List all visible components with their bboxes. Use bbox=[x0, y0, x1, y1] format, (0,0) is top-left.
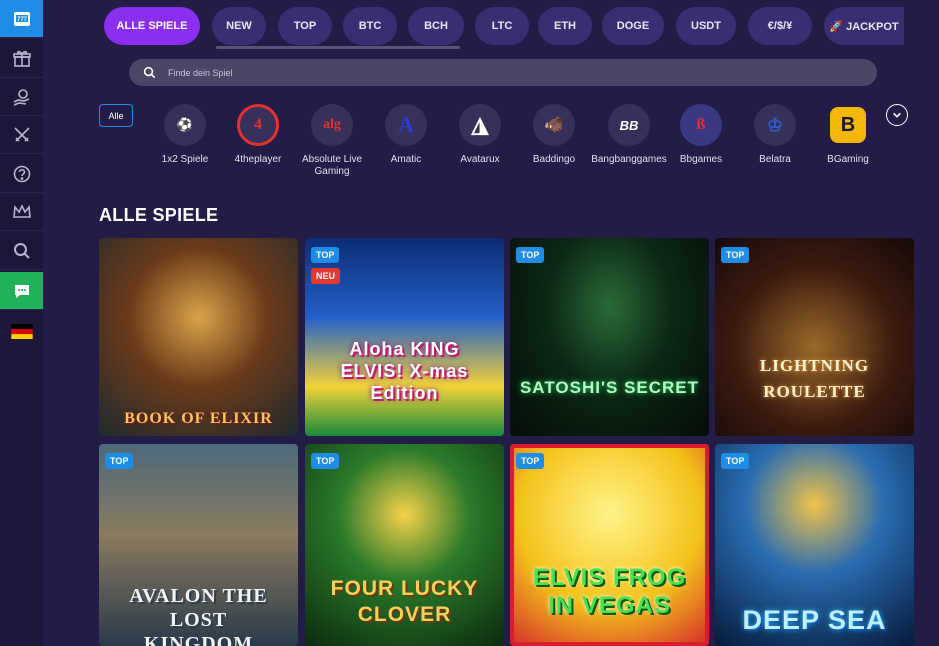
provider-filter-all[interactable]: Alle bbox=[99, 104, 133, 127]
section-title: ALLE SPIELE bbox=[99, 205, 219, 225]
provider-name: BGaming bbox=[827, 154, 869, 165]
game-card-book-of-elixir[interactable]: BOOK OF ELIXIR bbox=[99, 238, 298, 436]
sidebar-item-sports[interactable] bbox=[0, 116, 43, 154]
game-title: Aloha KING ELVIS! X-mas Edition bbox=[340, 339, 469, 403]
game-title: LIGHTNING ROULETTE bbox=[759, 356, 870, 401]
sidebar-item-slots[interactable]: 777 bbox=[0, 0, 43, 38]
provider-name: Bangbanggames bbox=[591, 154, 667, 165]
badge-top: TOP bbox=[105, 453, 134, 469]
search-icon bbox=[13, 242, 30, 259]
sidebar: 777 bbox=[0, 0, 43, 646]
sidebar-item-search[interactable] bbox=[0, 232, 43, 270]
provider-bangbanggames[interactable]: BB Bangbanggames bbox=[589, 104, 669, 166]
game-title: ELVIS FROG IN VEGAS bbox=[532, 564, 687, 619]
badge-top: TOP bbox=[516, 453, 545, 469]
provider-logo: 4 bbox=[237, 104, 279, 146]
search-icon bbox=[143, 66, 156, 79]
badge-top: TOP bbox=[311, 247, 340, 263]
gift-icon bbox=[12, 50, 31, 67]
provider-bgaming[interactable]: B BGaming bbox=[808, 104, 888, 166]
money-hand-icon bbox=[13, 88, 29, 106]
tab-usdt[interactable]: USDT bbox=[676, 7, 736, 45]
tab-fiat[interactable]: €/$/¥ bbox=[748, 7, 812, 45]
tab-top[interactable]: TOP bbox=[278, 7, 332, 45]
provider-name: 1x2 Spiele bbox=[161, 154, 209, 165]
game-title: AVALON THE LOST KINGDOM bbox=[129, 585, 268, 646]
tab-jackpot[interactable]: 🚀 JACKPOT bbox=[824, 7, 904, 45]
provider-baddingo[interactable]: 🐗 Baddingo bbox=[514, 104, 594, 166]
provider-name: 4theplayer bbox=[234, 154, 282, 165]
search-bar[interactable] bbox=[129, 59, 877, 86]
provider-logo: A bbox=[385, 104, 427, 146]
tab-bch[interactable]: BCH bbox=[408, 7, 464, 45]
badge-top: TOP bbox=[516, 247, 545, 263]
provider-name: Amatic bbox=[390, 154, 422, 165]
tab-btc[interactable]: BTC bbox=[343, 7, 397, 45]
provider-4theplayer[interactable]: 4 4theplayer bbox=[218, 104, 298, 166]
provider-name: Baddingo bbox=[532, 154, 576, 165]
provider-logo: 🐗 bbox=[533, 104, 575, 146]
provider-logo: alg bbox=[311, 104, 353, 146]
search-input[interactable] bbox=[166, 66, 770, 79]
provider-name: Belatra bbox=[759, 154, 791, 165]
tab-alle-spiele[interactable]: ALLE SPIELE bbox=[104, 7, 200, 45]
expand-providers-button[interactable] bbox=[886, 104, 908, 126]
game-title: DEEP SEA bbox=[742, 605, 887, 635]
tab-new[interactable]: NEW bbox=[212, 7, 266, 45]
game-card-avalon[interactable]: AVALON THE LOST KINGDOM TOP bbox=[99, 444, 298, 646]
game-title: BOOK OF ELIXIR bbox=[124, 410, 273, 427]
game-card-deep-sea[interactable]: DEEP SEA TOP bbox=[715, 444, 914, 646]
provider-logo: B bbox=[830, 107, 866, 143]
game-thumbnail bbox=[715, 238, 914, 436]
tabs-scrollbar[interactable] bbox=[216, 46, 460, 49]
sidebar-item-cashback[interactable] bbox=[0, 78, 43, 116]
badge-new: NEU bbox=[311, 268, 341, 284]
tab-eth[interactable]: ETH bbox=[538, 7, 592, 45]
tab-ltc[interactable]: LTC bbox=[475, 7, 529, 45]
game-card-lightning-roulette[interactable]: LIGHTNING ROULETTE TOP bbox=[715, 238, 914, 436]
sidebar-item-language[interactable] bbox=[0, 313, 43, 350]
provider-amatic[interactable]: A Amatic bbox=[366, 104, 446, 166]
help-icon bbox=[13, 165, 30, 182]
game-card-satoshis-secret[interactable]: SATOSHI'S SECRET TOP bbox=[510, 238, 709, 436]
provider-logo: ♔ bbox=[754, 104, 796, 146]
provider-avatarux[interactable]: ◮ Avatarux bbox=[440, 104, 520, 166]
provider-logo: ◮ bbox=[459, 104, 501, 146]
game-title: FOUR LUCKY CLOVER bbox=[330, 577, 479, 626]
sidebar-item-chat[interactable] bbox=[0, 272, 43, 310]
provider-belatra[interactable]: ♔ Belatra bbox=[735, 104, 815, 166]
provider-absolute-live-gaming[interactable]: alg Absolute Live Gaming bbox=[292, 104, 372, 178]
provider-name: Bbgames bbox=[679, 154, 723, 165]
badge-top: TOP bbox=[721, 247, 750, 263]
provider-1x2-spiele[interactable]: ⚽ 1x2 Spiele bbox=[145, 104, 225, 166]
sidebar-item-help[interactable] bbox=[0, 155, 43, 193]
provider-logo: BB bbox=[608, 104, 650, 146]
tab-doge[interactable]: DOGE bbox=[602, 7, 664, 45]
game-thumbnail bbox=[99, 238, 298, 436]
category-tabs: ALLE SPIELE NEW TOP BTC BCH LTC ETH DOGE… bbox=[104, 7, 904, 45]
game-title: SATOSHI'S SECRET bbox=[519, 378, 700, 397]
game-thumbnail bbox=[510, 238, 709, 436]
provider-name: Absolute Live Gaming bbox=[301, 154, 363, 177]
slot-machine-icon: 777 bbox=[13, 11, 30, 26]
chat-icon bbox=[14, 284, 29, 298]
german-flag-icon bbox=[10, 324, 33, 339]
game-card-aloha-king-elvis[interactable]: Aloha KING ELVIS! X-mas Edition TOP NEU bbox=[305, 238, 504, 436]
game-card-four-lucky-clover[interactable]: FOUR LUCKY CLOVER TOP bbox=[305, 444, 504, 646]
game-card-elvis-frog-in-vegas[interactable]: ELVIS FROG IN VEGAS TOP bbox=[510, 444, 709, 646]
provider-logo: ⚽ bbox=[164, 104, 206, 146]
sidebar-item-vip[interactable] bbox=[0, 193, 43, 231]
badge-top: TOP bbox=[311, 453, 340, 469]
sidebar-item-bonus[interactable] bbox=[0, 40, 43, 78]
provider-name: Avatarux bbox=[460, 154, 500, 165]
badge-top: TOP bbox=[721, 453, 750, 469]
crossed-swords-icon bbox=[13, 126, 30, 142]
chevron-down-icon bbox=[893, 112, 901, 118]
provider-logo: ß bbox=[680, 104, 722, 146]
provider-bbgames[interactable]: ß Bbgames bbox=[661, 104, 741, 166]
crown-icon bbox=[12, 203, 31, 218]
svg-text:777: 777 bbox=[16, 17, 27, 23]
